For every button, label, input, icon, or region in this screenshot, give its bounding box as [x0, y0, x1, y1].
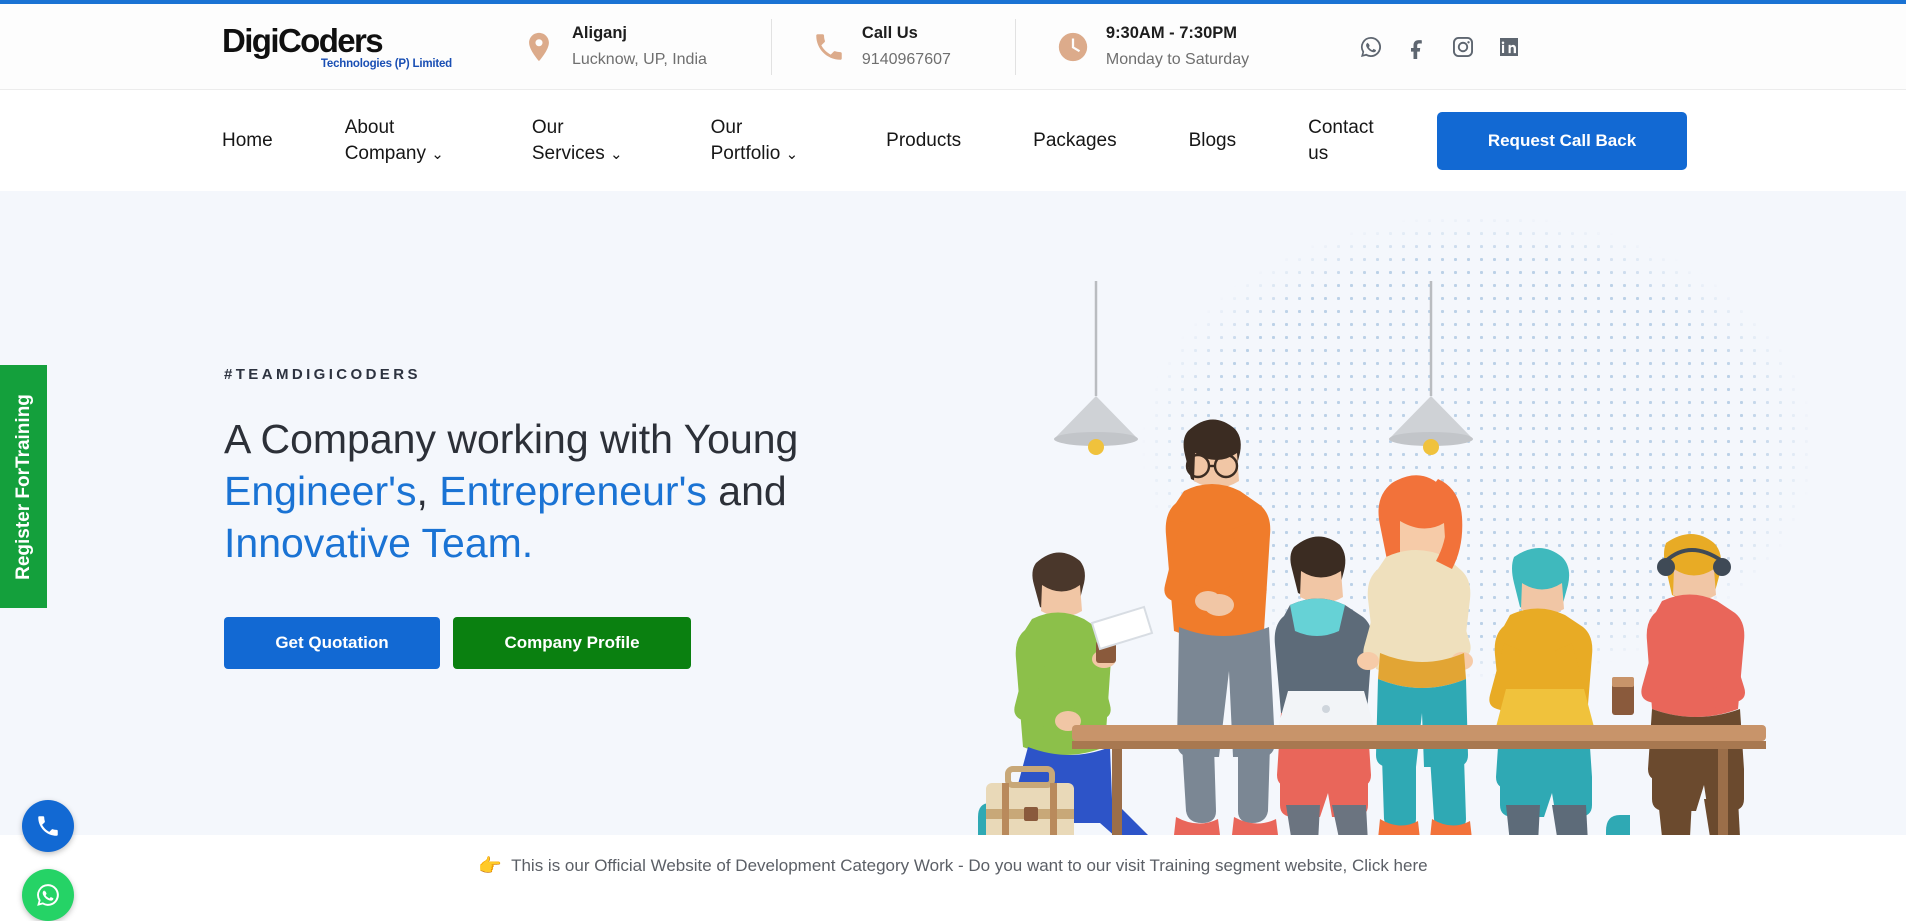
nav-label-about-company: About Company: [344, 116, 427, 164]
hero-cta-group: Get Quotation Company Profile: [224, 617, 944, 670]
info-block-hours: 9:30AM - 7:30PM Monday to Saturday: [1014, 18, 1285, 75]
get-quotation-button[interactable]: Get Quotation: [224, 617, 440, 670]
whatsapp-icon[interactable]: [1359, 35, 1383, 59]
nav-item-blogs[interactable]: Blogs: [1189, 128, 1237, 154]
chevron-down-icon: ⌄: [785, 145, 799, 163]
company-profile-button[interactable]: Company Profile: [453, 617, 691, 670]
main-navigation: Home About Company ⌄ Our Services ⌄ Our …: [0, 90, 1906, 191]
location-pin-icon: [522, 30, 556, 64]
nav-item-packages[interactable]: Packages: [1033, 128, 1116, 154]
whatsapp-icon: [37, 884, 59, 906]
team-illustration: [978, 281, 1766, 897]
person-seated-yellow-laptop: [1489, 548, 1600, 865]
info-title-hours: 9:30AM - 7:30PM: [1105, 23, 1238, 42]
phone-icon: [38, 816, 58, 836]
nav-label-our-services: Our Services: [531, 116, 605, 164]
headline-blue-entrepreneurs: Entrepreneur's: [439, 468, 707, 515]
nav-label-products: Products: [886, 129, 962, 151]
instagram-icon[interactable]: [1451, 35, 1475, 59]
hero-section: #TEAMDIGICODERS A Company working with Y…: [0, 191, 1906, 897]
nav-label-blogs: Blogs: [1188, 129, 1237, 151]
nav-items: Home About Company ⌄ Our Services ⌄ Our …: [222, 115, 1446, 166]
handed-document: [1090, 605, 1154, 651]
logo-text-digi: Digi: [222, 21, 280, 59]
request-call-back-button[interactable]: Request Call Back: [1437, 112, 1687, 170]
nav-item-our-services[interactable]: Our Services ⌄: [532, 115, 623, 166]
hero-copy: #TEAMDIGICODERS A Company working with Y…: [224, 366, 944, 670]
bottom-announcement-banner[interactable]: 👉 This is our Official Website of Develo…: [0, 835, 1906, 897]
headline-part-3: and: [706, 468, 787, 515]
nav-item-contact-us[interactable]: Contact us: [1308, 115, 1373, 166]
side-tab-label: Register ForTraining: [12, 393, 34, 580]
person-standing-orange: [1164, 419, 1278, 840]
linkedin-icon[interactable]: [1497, 35, 1521, 59]
nav-label-packages: Packages: [1033, 129, 1117, 151]
nav-label-our-portfolio: Our Portfolio: [710, 116, 781, 164]
chevron-down-icon: ⌄: [610, 145, 623, 163]
headline-blue-engineers: Engineer's: [224, 468, 417, 515]
coffee-cup: [1612, 677, 1634, 715]
register-for-training-tab[interactable]: Register ForTraining: [0, 365, 47, 608]
info-subtitle-phone[interactable]: 9140967607: [862, 48, 951, 72]
site-logo[interactable]: DigiCoders Technologies (P) Limited: [222, 24, 452, 70]
nav-item-our-portfolio[interactable]: Our Portfolio ⌄: [711, 115, 799, 166]
headline-part-2: ,: [416, 468, 440, 515]
social-links: [1359, 35, 1521, 59]
info-title-location: Aliganj: [572, 23, 628, 42]
contact-info-group: Aliganj Lucknow, UP, India Call Us 91409…: [452, 18, 1285, 75]
logo-tagline: Technologies (P) Limited: [320, 57, 452, 70]
clock-icon: [1056, 30, 1090, 64]
person-seated-laptop: [1272, 536, 1380, 865]
chevron-down-icon: ⌄: [431, 145, 444, 163]
lamp-left: [1054, 281, 1138, 455]
logo-wordmark: DigiCoders: [222, 24, 452, 57]
lamp-right: [1389, 281, 1473, 455]
nav-label-home: Home: [222, 129, 273, 151]
logo-text-coders: Coders: [277, 21, 384, 59]
info-subtitle-location: Lucknow, UP, India: [572, 51, 707, 69]
nav-item-home[interactable]: Home: [222, 128, 273, 154]
hero-headline: A Company working with Young Engineer's,…: [224, 413, 944, 569]
nav-item-about-company[interactable]: About Company ⌄: [345, 115, 444, 166]
headline-part-1: A Company working with Young: [224, 416, 799, 462]
info-block-location: Aliganj Lucknow, UP, India: [522, 19, 743, 75]
nav-item-products[interactable]: Products: [886, 128, 961, 154]
headline-blue-innovative-team: Innovative Team.: [224, 520, 534, 567]
phone-icon: [812, 30, 846, 64]
pointing-hand-icon: 👉: [478, 856, 503, 877]
floating-whatsapp-button[interactable]: [22, 869, 74, 921]
floating-call-button[interactable]: [22, 800, 74, 852]
banner-text: This is our Official Website of Developm…: [511, 856, 1428, 875]
nav-label-contact-us: Contact us: [1308, 116, 1374, 164]
info-title-phone: Call Us: [861, 23, 918, 42]
person-standing-woman: [1357, 475, 1473, 844]
info-block-phone: Call Us 9140967607: [770, 18, 987, 75]
hero-illustration: [976, 191, 1906, 897]
facebook-icon[interactable]: [1405, 35, 1429, 59]
hero-eyebrow: #TEAMDIGICODERS: [224, 366, 421, 383]
top-info-bar: DigiCoders Technologies (P) Limited Alig…: [0, 4, 1906, 90]
info-subtitle-hours: Monday to Saturday: [1105, 51, 1250, 69]
